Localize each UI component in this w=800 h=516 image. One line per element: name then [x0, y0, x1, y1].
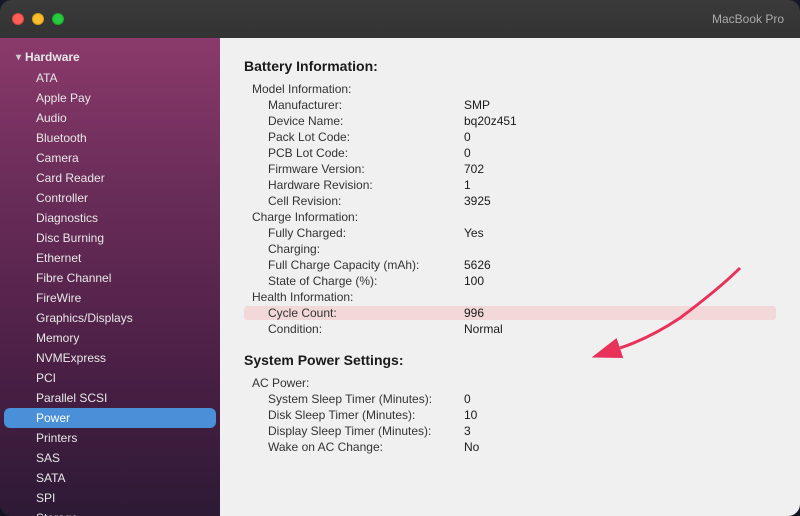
display-sleep-row: Display Sleep Timer (Minutes): 3: [244, 424, 776, 438]
pcb-lot-row: PCB Lot Code: 0: [244, 146, 776, 160]
system-sleep-value: 0: [464, 392, 471, 406]
sidebar-item-pci[interactable]: PCI: [4, 368, 216, 388]
charging-row: Charging:: [244, 242, 776, 256]
main-panel: Battery Information: Model Information: …: [220, 38, 800, 516]
pack-lot-row: Pack Lot Code: 0: [244, 130, 776, 144]
device-name-row: Device Name: bq20z451: [244, 114, 776, 128]
cycle-count-row: Cycle Count: 996: [244, 306, 776, 320]
hardware-revision-label: Hardware Revision:: [244, 178, 464, 192]
sidebar-item-diagnostics[interactable]: Diagnostics: [4, 208, 216, 228]
sidebar-item-apple-pay[interactable]: Apple Pay: [4, 88, 216, 108]
full-charge-capacity-value: 5626: [464, 258, 491, 272]
system-power-section-title: System Power Settings:: [244, 352, 776, 368]
sidebar-item-memory[interactable]: Memory: [4, 328, 216, 348]
ac-power-label: AC Power:: [244, 376, 464, 390]
charge-info-label: Charge Information:: [244, 210, 464, 224]
health-info-header-row: Health Information:: [244, 290, 776, 304]
display-sleep-value: 3: [464, 424, 471, 438]
sidebar-item-card-reader[interactable]: Card Reader: [4, 168, 216, 188]
charging-label: Charging:: [244, 242, 464, 256]
condition-row: Condition: Normal: [244, 322, 776, 336]
sidebar-item-fibre-channel[interactable]: Fibre Channel: [4, 268, 216, 288]
condition-label: Condition:: [244, 322, 464, 336]
sidebar-item-power[interactable]: Power: [4, 408, 216, 428]
sidebar-item-storage[interactable]: Storage: [4, 508, 216, 516]
sidebar-item-bluetooth[interactable]: Bluetooth: [4, 128, 216, 148]
state-of-charge-label: State of Charge (%):: [244, 274, 464, 288]
state-of-charge-value: 100: [464, 274, 484, 288]
sidebar-item-ata[interactable]: ATA: [4, 68, 216, 88]
fully-charged-label: Fully Charged:: [244, 226, 464, 240]
disk-sleep-row: Disk Sleep Timer (Minutes): 10: [244, 408, 776, 422]
window-title: MacBook Pro: [712, 12, 784, 26]
fully-charged-value: Yes: [464, 226, 484, 240]
model-info-label: Model Information:: [244, 82, 464, 96]
full-charge-capacity-label: Full Charge Capacity (mAh):: [244, 258, 464, 272]
cell-revision-row: Cell Revision: 3925: [244, 194, 776, 208]
device-name-value: bq20z451: [464, 114, 517, 128]
sidebar-item-controller[interactable]: Controller: [4, 188, 216, 208]
ac-power-header-row: AC Power:: [244, 376, 776, 390]
cell-revision-label: Cell Revision:: [244, 194, 464, 208]
charge-info-header-row: Charge Information:: [244, 210, 776, 224]
firmware-row: Firmware Version: 702: [244, 162, 776, 176]
sidebar: ▾ Hardware ATA Apple Pay Audio Bluetooth…: [0, 38, 220, 516]
sidebar-section-hardware[interactable]: ▾ Hardware: [0, 46, 220, 68]
sidebar-item-ethernet[interactable]: Ethernet: [4, 248, 216, 268]
sidebar-item-camera[interactable]: Camera: [4, 148, 216, 168]
sidebar-item-audio[interactable]: Audio: [4, 108, 216, 128]
model-info-header-row: Model Information:: [244, 82, 776, 96]
disk-sleep-label: Disk Sleep Timer (Minutes):: [244, 408, 464, 422]
full-charge-capacity-row: Full Charge Capacity (mAh): 5626: [244, 258, 776, 272]
wake-on-ac-row: Wake on AC Change: No: [244, 440, 776, 454]
cycle-count-value: 996: [464, 306, 484, 320]
sidebar-item-sas[interactable]: SAS: [4, 448, 216, 468]
maximize-button[interactable]: [52, 13, 64, 25]
pack-lot-value: 0: [464, 130, 471, 144]
sidebar-section-label: Hardware: [25, 50, 80, 64]
state-of-charge-row: State of Charge (%): 100: [244, 274, 776, 288]
hardware-revision-value: 1: [464, 178, 471, 192]
system-sleep-label: System Sleep Timer (Minutes):: [244, 392, 464, 406]
sidebar-item-firewire[interactable]: FireWire: [4, 288, 216, 308]
pack-lot-label: Pack Lot Code:: [244, 130, 464, 144]
chevron-down-icon: ▾: [16, 52, 21, 63]
close-button[interactable]: [12, 13, 24, 25]
system-power-table: AC Power: System Sleep Timer (Minutes): …: [244, 376, 776, 454]
system-information-window: MacBook Pro ▾ Hardware ATA Apple Pay Aud…: [0, 0, 800, 516]
sidebar-item-nvmexpress[interactable]: NVMExpress: [4, 348, 216, 368]
cycle-count-label: Cycle Count:: [244, 306, 464, 320]
minimize-button[interactable]: [32, 13, 44, 25]
cell-revision-value: 3925: [464, 194, 491, 208]
battery-section-title: Battery Information:: [244, 58, 776, 74]
fully-charged-row: Fully Charged: Yes: [244, 226, 776, 240]
pcb-lot-value: 0: [464, 146, 471, 160]
sidebar-item-parallel-scsi[interactable]: Parallel SCSI: [4, 388, 216, 408]
manufacturer-value: SMP: [464, 98, 490, 112]
pcb-lot-label: PCB Lot Code:: [244, 146, 464, 160]
titlebar: MacBook Pro: [0, 0, 800, 38]
display-sleep-label: Display Sleep Timer (Minutes):: [244, 424, 464, 438]
sidebar-item-sata[interactable]: SATA: [4, 468, 216, 488]
health-info-label: Health Information:: [244, 290, 464, 304]
wake-on-ac-label: Wake on AC Change:: [244, 440, 464, 454]
sidebar-item-printers[interactable]: Printers: [4, 428, 216, 448]
manufacturer-label: Manufacturer:: [244, 98, 464, 112]
battery-info-table: Model Information: Manufacturer: SMP Dev…: [244, 82, 776, 336]
content-area: ▾ Hardware ATA Apple Pay Audio Bluetooth…: [0, 38, 800, 516]
device-name-label: Device Name:: [244, 114, 464, 128]
manufacturer-row: Manufacturer: SMP: [244, 98, 776, 112]
firmware-value: 702: [464, 162, 484, 176]
firmware-label: Firmware Version:: [244, 162, 464, 176]
sidebar-item-graphics-displays[interactable]: Graphics/Displays: [4, 308, 216, 328]
sidebar-item-disc-burning[interactable]: Disc Burning: [4, 228, 216, 248]
disk-sleep-value: 10: [464, 408, 477, 422]
condition-value: Normal: [464, 322, 503, 336]
hardware-revision-row: Hardware Revision: 1: [244, 178, 776, 192]
sidebar-item-spi[interactable]: SPI: [4, 488, 216, 508]
wake-on-ac-value: No: [464, 440, 479, 454]
traffic-lights: [12, 13, 64, 25]
system-sleep-row: System Sleep Timer (Minutes): 0: [244, 392, 776, 406]
